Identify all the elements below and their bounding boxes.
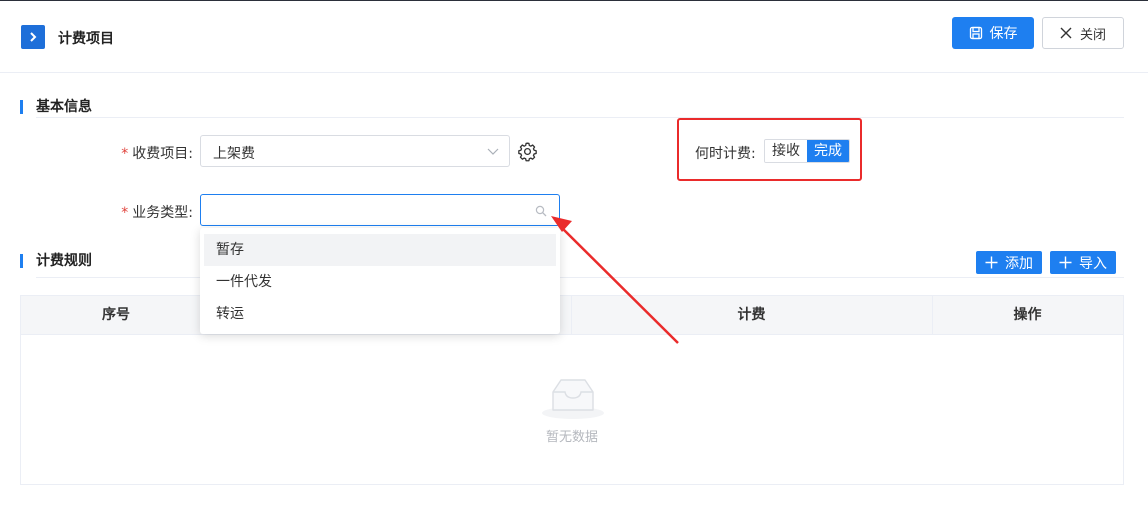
billing-rules-table: 序号 计费 操作 暂无数据 (20, 295, 1124, 485)
fee-item-label: * 收费项目: (121, 146, 193, 162)
annotation-highlight-box (677, 118, 862, 181)
add-button-label: 添加 (1005, 255, 1033, 272)
business-type-dropdown: 暂存 一件代发 转运 (200, 228, 560, 334)
search-icon (535, 205, 547, 217)
section-divider (36, 117, 1124, 118)
section-title-billing-rules: 计费规则 (36, 253, 92, 269)
fee-item-select[interactable]: 上架费 (200, 135, 510, 167)
column-header-billing: 计费 (737, 307, 766, 323)
table-header: 序号 计费 操作 (21, 296, 1123, 335)
column-header-actions: 操作 (1013, 307, 1042, 323)
business-type-input[interactable] (200, 194, 560, 226)
page-title: 计费项目 (58, 31, 114, 47)
empty-inbox-icon (542, 379, 604, 419)
page-header: 计费项目 保存 关闭 (0, 1, 1148, 73)
dropdown-option-transfer[interactable]: 转运 (204, 298, 556, 330)
close-button-label: 关闭 (1079, 27, 1106, 43)
dropdown-option-dropship[interactable]: 一件代发 (204, 266, 556, 298)
gear-icon[interactable] (517, 141, 538, 162)
required-asterisk: * (121, 146, 129, 162)
close-button[interactable]: 关闭 (1042, 17, 1124, 49)
save-button[interactable]: 保存 (952, 17, 1034, 49)
import-button[interactable]: 导入 (1050, 251, 1116, 274)
required-asterisk: * (121, 205, 129, 221)
business-type-field[interactable] (211, 200, 531, 220)
dropdown-option-temp-storage[interactable]: 暂存 (204, 234, 556, 266)
section-accent-bar (20, 254, 23, 268)
add-button[interactable]: 添加 (976, 251, 1042, 274)
section-title-basic-info: 基本信息 (36, 99, 92, 115)
save-icon (969, 26, 982, 40)
plus-icon (1059, 256, 1072, 269)
save-button-label: 保存 (989, 26, 1018, 42)
column-header-index: 序号 (102, 307, 130, 323)
business-type-label: * 业务类型: (121, 205, 193, 221)
section-accent-bar (20, 100, 23, 114)
import-button-label: 导入 (1079, 255, 1107, 272)
plus-icon (985, 256, 998, 269)
close-icon (1060, 27, 1072, 39)
chevron-right-icon (30, 32, 37, 42)
fee-item-value: 上架费 (213, 146, 255, 162)
expand-button[interactable] (21, 25, 45, 49)
empty-state-text: 暂无数据 (545, 430, 598, 445)
chevron-down-icon (487, 148, 499, 155)
